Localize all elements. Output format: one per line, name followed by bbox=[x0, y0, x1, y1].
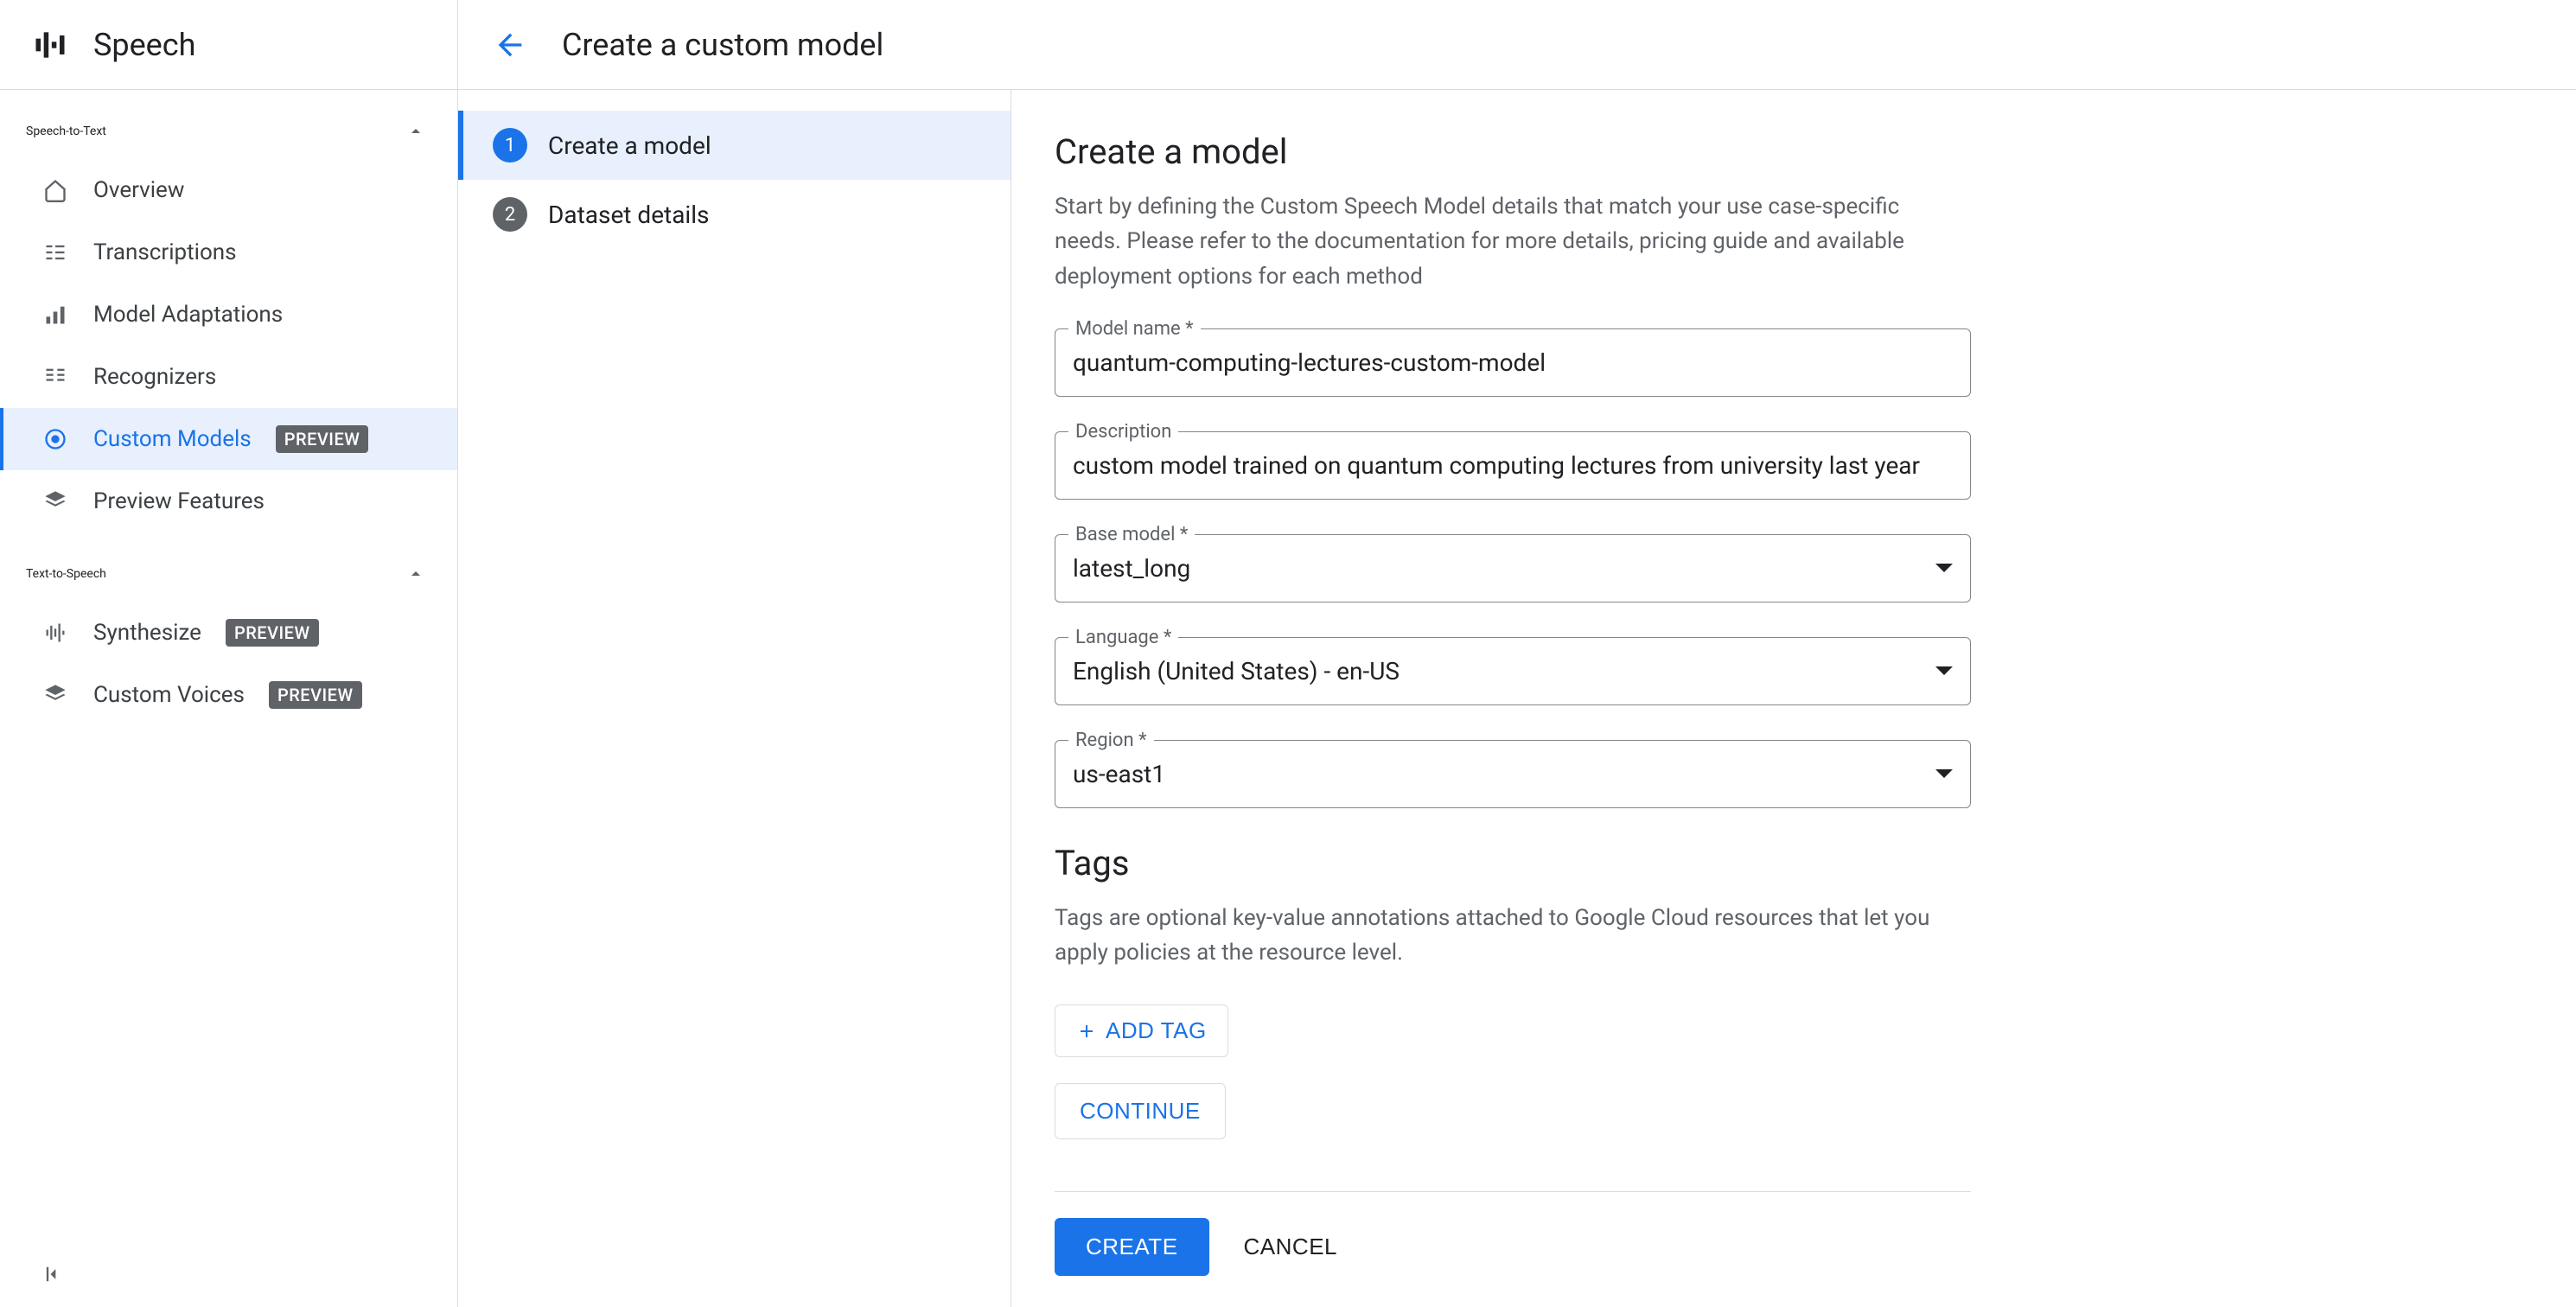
sidebar-item-synthesize[interactable]: Synthesize PREVIEW bbox=[0, 602, 457, 664]
language-select[interactable]: English (United States) - en-US bbox=[1055, 637, 1971, 705]
plus-icon bbox=[1076, 1021, 1097, 1042]
form-area: Create a model Start by defining the Cus… bbox=[1011, 90, 2576, 1307]
sidebar-item-recognizers[interactable]: Recognizers bbox=[0, 346, 457, 408]
tags-heading: Tags bbox=[1055, 843, 1971, 883]
chevron-down-icon bbox=[1935, 769, 1953, 778]
form-description: Start by defining the Custom Speech Mode… bbox=[1055, 189, 1971, 294]
field-label: Region * bbox=[1068, 730, 1154, 751]
select-value: latest_long bbox=[1073, 554, 1190, 583]
sidebar-item-custom-voices[interactable]: Custom Voices PREVIEW bbox=[0, 664, 457, 726]
field-label: Description bbox=[1068, 421, 1178, 443]
step-label: Dataset details bbox=[548, 201, 710, 229]
main-body: 1 Create a model 2 Dataset details Creat… bbox=[458, 90, 2576, 1307]
sidebar-item-preview-features[interactable]: Preview Features bbox=[0, 470, 457, 532]
custom-models-icon bbox=[41, 425, 69, 453]
steps-column: 1 Create a model 2 Dataset details bbox=[458, 90, 1011, 1307]
speech-logo-icon bbox=[31, 26, 69, 64]
page-title: Create a custom model bbox=[562, 27, 883, 63]
sidebar: Speech Speech-to-Text Overview Transcrip… bbox=[0, 0, 458, 1307]
tags-section: Tags Tags are optional key-value annotat… bbox=[1055, 843, 1971, 1140]
home-icon bbox=[41, 176, 69, 204]
main-header: Create a custom model bbox=[458, 0, 2576, 90]
sidebar-section-tts: Text-to-Speech Synthesize PREVIEW Custom… bbox=[0, 532, 457, 726]
field-label: Model name * bbox=[1068, 318, 1201, 340]
product-title: Speech bbox=[93, 27, 195, 63]
sidebar-section-title: Speech-to-Text bbox=[26, 124, 106, 138]
sidebar-section-stt: Speech-to-Text Overview Transcriptions bbox=[0, 90, 457, 532]
sidebar-section-header-stt[interactable]: Speech-to-Text bbox=[0, 104, 457, 159]
field-label: Language * bbox=[1068, 627, 1178, 648]
adaptations-icon bbox=[41, 301, 69, 328]
field-model-name: Model name * bbox=[1055, 328, 1971, 397]
chevron-down-icon bbox=[1935, 666, 1953, 675]
chevron-down-icon bbox=[1935, 564, 1953, 572]
sidebar-item-label: Custom Models bbox=[93, 426, 252, 452]
description-input[interactable] bbox=[1055, 431, 1971, 500]
field-base-model: Base model * latest_long bbox=[1055, 534, 1971, 602]
sidebar-item-overview[interactable]: Overview bbox=[0, 159, 457, 221]
field-region: Region * us-east1 bbox=[1055, 740, 1971, 808]
layers-icon bbox=[41, 681, 69, 709]
field-language: Language * English (United States) - en-… bbox=[1055, 637, 1971, 705]
back-arrow-icon[interactable] bbox=[493, 28, 527, 62]
sidebar-item-label: Overview bbox=[93, 177, 184, 203]
sidebar-header: Speech bbox=[0, 0, 457, 90]
create-button[interactable]: CREATE bbox=[1055, 1218, 1209, 1276]
sidebar-item-label: Synthesize bbox=[93, 620, 201, 646]
synthesize-icon bbox=[41, 619, 69, 647]
cancel-button[interactable]: CANCEL bbox=[1244, 1234, 1337, 1260]
main: Create a custom model 1 Create a model 2… bbox=[458, 0, 2576, 1307]
chevron-up-icon bbox=[405, 121, 426, 142]
sidebar-item-label: Custom Voices bbox=[93, 682, 245, 708]
chevron-up-icon bbox=[405, 564, 426, 584]
preview-badge: PREVIEW bbox=[269, 681, 362, 709]
select-value: us-east1 bbox=[1073, 760, 1165, 788]
region-select[interactable]: us-east1 bbox=[1055, 740, 1971, 808]
sidebar-item-label: Preview Features bbox=[93, 488, 265, 514]
sidebar-section-header-tts[interactable]: Text-to-Speech bbox=[0, 546, 457, 602]
step-create-model[interactable]: 1 Create a model bbox=[458, 111, 1011, 180]
sidebar-item-model-adaptations[interactable]: Model Adaptations bbox=[0, 284, 457, 346]
field-description: Description bbox=[1055, 431, 1971, 500]
transcriptions-icon bbox=[41, 239, 69, 266]
sidebar-item-label: Model Adaptations bbox=[93, 302, 283, 328]
step-label: Create a model bbox=[548, 131, 711, 160]
sidebar-item-custom-models[interactable]: Custom Models PREVIEW bbox=[0, 408, 457, 470]
layers-icon bbox=[41, 488, 69, 515]
sidebar-section-title: Text-to-Speech bbox=[26, 567, 106, 581]
step-dataset-details[interactable]: 2 Dataset details bbox=[458, 180, 1011, 249]
form-heading: Create a model bbox=[1055, 131, 1971, 172]
sidebar-item-transcriptions[interactable]: Transcriptions bbox=[0, 221, 457, 284]
recognizers-icon bbox=[41, 363, 69, 391]
preview-badge: PREVIEW bbox=[276, 425, 369, 453]
add-tag-button[interactable]: ADD TAG bbox=[1055, 1004, 1228, 1057]
tags-description: Tags are optional key-value annotations … bbox=[1055, 901, 1971, 971]
sidebar-item-label: Transcriptions bbox=[93, 239, 237, 265]
select-value: English (United States) - en-US bbox=[1073, 657, 1400, 685]
sidebar-item-label: Recognizers bbox=[93, 364, 216, 390]
field-label: Base model * bbox=[1068, 524, 1195, 545]
footer-buttons: CREATE CANCEL bbox=[1055, 1191, 1971, 1302]
preview-badge: PREVIEW bbox=[226, 619, 319, 647]
sidebar-collapse-button[interactable] bbox=[41, 1262, 66, 1286]
add-tag-label: ADD TAG bbox=[1106, 1017, 1207, 1044]
continue-button[interactable]: CONTINUE bbox=[1055, 1083, 1226, 1139]
step-number: 2 bbox=[493, 197, 527, 232]
step-number: 1 bbox=[493, 128, 527, 163]
